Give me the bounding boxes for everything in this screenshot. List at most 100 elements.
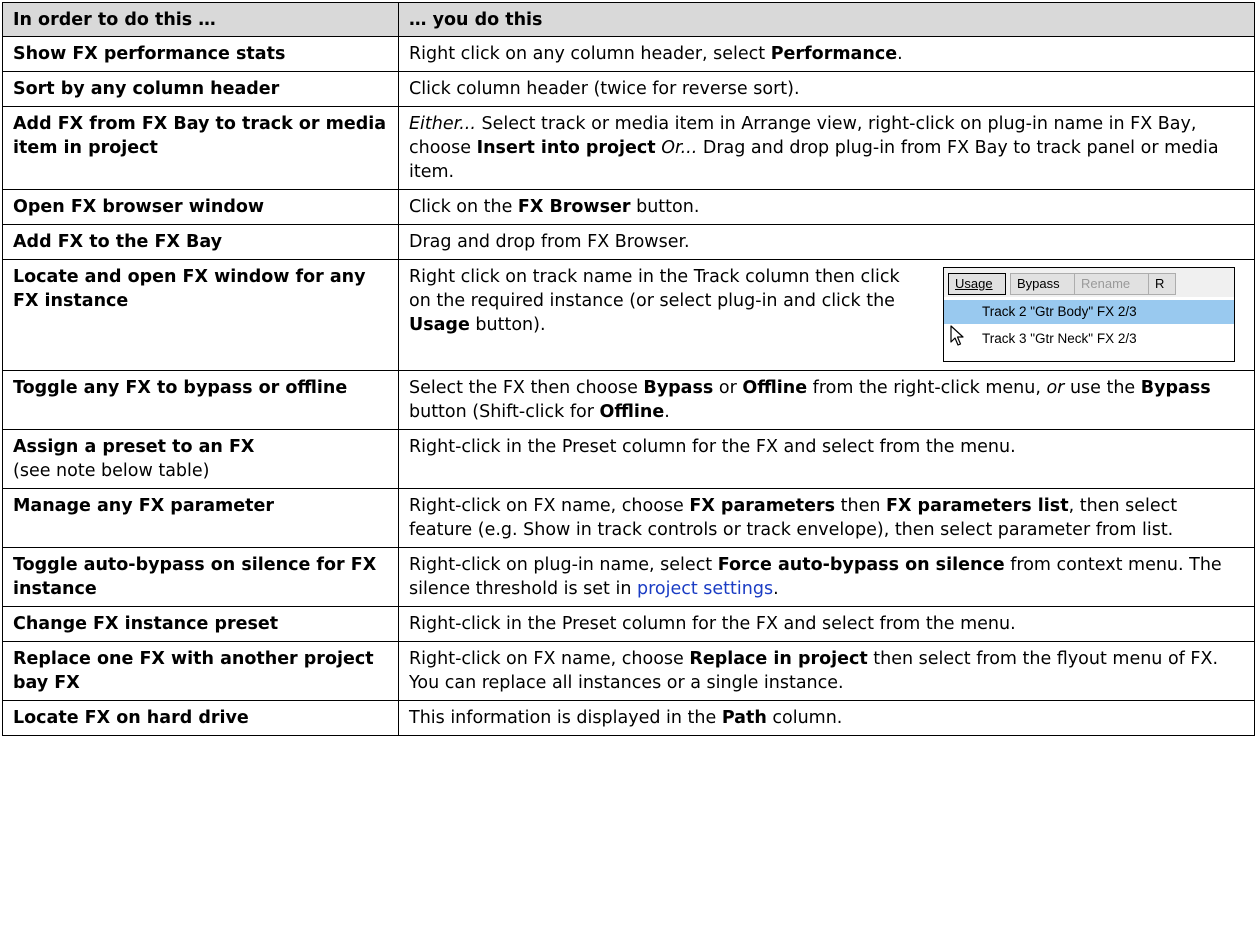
table-row: Sort by any column header Click column he… (2, 71, 1255, 107)
emphasis-bold: FX Browser (517, 197, 631, 217)
emphasis-italic: or (1046, 378, 1065, 398)
task-cell: Replace one FX with another project bay … (2, 641, 399, 701)
usage-button[interactable]: Usage (948, 273, 1006, 295)
text-segment: Right-click in the Preset column for the… (409, 614, 1016, 634)
emphasis-bold: Offline (599, 402, 665, 422)
action-cell: Right-click on plug-in name, select Forc… (398, 547, 1255, 607)
text-segment: or (713, 378, 743, 398)
text-segment: This information is displayed in the (409, 708, 722, 728)
action-cell: This information is displayed in the Pat… (398, 700, 1255, 736)
table-row: Replace one FX with another project bay … (2, 641, 1255, 701)
table-row: Toggle any FX to bypass or offline Select… (2, 370, 1255, 430)
task-text: Replace one FX with another project bay … (13, 649, 374, 693)
action-text: Drag and drop from FX Browser. (409, 230, 1244, 254)
action-cell: Click column header (twice for reverse s… (398, 71, 1255, 107)
task-text: Locate FX on hard drive (13, 708, 249, 728)
action-cell: Click on the FX Browser button. (398, 189, 1255, 225)
action-cell: Right-click on FX name, choose Replace i… (398, 641, 1255, 701)
task-text: Add FX to the FX Bay (13, 232, 223, 252)
more-button[interactable]: R (1148, 273, 1176, 295)
task-cell: Add FX from FX Bay to track or media ite… (2, 106, 399, 190)
task-text: Toggle auto-bypass on silence for FX ins… (13, 555, 377, 599)
task-cell: Toggle any FX to bypass or offline (2, 370, 399, 430)
emphasis-bold: Usage (409, 315, 470, 335)
text-segment: Right click on track name in the Track c… (409, 267, 900, 311)
text-segment: Click column header (twice for reverse s… (409, 79, 800, 99)
text-segment: button (Shift-click for (409, 402, 600, 422)
task-text: Add FX from FX Bay to track or media ite… (13, 114, 387, 158)
task-text: Manage any FX parameter (13, 496, 275, 516)
emphasis-bold: FX parameters list (886, 496, 1069, 516)
task-cell: Locate FX on hard drive (2, 700, 399, 736)
text-segment: Click on the (409, 197, 518, 217)
action-text: Either... Select track or media item in … (409, 112, 1244, 184)
action-cell: Either... Select track or media item in … (398, 106, 1255, 190)
text-segment: Right-click in the Preset column for the… (409, 437, 1016, 457)
usage-screenshot-inset: Usage Bypass Rename R Track 2 "Gtr Body" FX … (943, 267, 1235, 362)
task-cell: Change FX instance preset (2, 606, 399, 642)
task-text: Show FX performance stats (13, 44, 286, 64)
usage-instance-item[interactable]: Track 2 "Gtr Body" FX 2/3 (944, 300, 1234, 324)
text-segment: Select the FX then choose (409, 378, 644, 398)
action-text: Right-click on FX name, choose Replace i… (409, 647, 1244, 695)
table-row: Show FX performance stats Right click on … (2, 36, 1255, 72)
table-body: Show FX performance stats Right click on … (2, 36, 1255, 736)
text-segment: from the right-click menu, (807, 378, 1047, 398)
bypass-button[interactable]: Bypass (1010, 273, 1080, 295)
task-text: Sort by any column header (13, 79, 280, 99)
table-row: Locate and open FX window for any FX ins… (2, 259, 1255, 371)
fx-bay-reference-table: In order to do this … … you do this Show… (2, 2, 1255, 736)
usage-instance-label: Track 2 "Gtr Body" FX 2/3 (982, 304, 1137, 319)
header-task: In order to do this … (2, 2, 399, 37)
table-row: Manage any FX parameter Right-click on FX… (2, 488, 1255, 548)
action-text: Right click on track name in the Track c… (409, 265, 909, 337)
action-cell: Right-click in the Preset column for the… (398, 429, 1255, 489)
action-text: Select the FX then choose Bypass or Offl… (409, 376, 1244, 424)
table-row: Add FX from FX Bay to track or media ite… (2, 106, 1255, 190)
text-segment: Right-click on FX name, choose (409, 496, 690, 516)
text-segment: Drag and drop from FX Browser. (409, 232, 690, 252)
task-cell: Manage any FX parameter (2, 488, 399, 548)
project-settings-link[interactable]: project settings (637, 579, 773, 599)
text-segment: Right-click on FX name, choose (409, 649, 690, 669)
action-cell: Right click on track name in the Track c… (398, 259, 1255, 371)
text-segment: button. (630, 197, 700, 217)
task-note: (see note below table) (13, 461, 210, 481)
emphasis-bold: Insert into project (476, 138, 656, 158)
table-row: Open FX browser window Click on the FX Br… (2, 189, 1255, 225)
emphasis-bold: Bypass (643, 378, 714, 398)
table-row: Change FX instance preset Right-click in … (2, 606, 1255, 642)
action-cell: Right-click on FX name, choose FX parame… (398, 488, 1255, 548)
action-cell: Right click on any column header, select… (398, 36, 1255, 72)
task-cell: Open FX browser window (2, 189, 399, 225)
usage-instance-label: Track 3 "Gtr Neck" FX 2/3 (982, 331, 1137, 346)
header-action: … you do this (398, 2, 1255, 37)
action-text: Right click on any column header, select… (409, 42, 1244, 66)
usage-instance-item[interactable]: Track 3 "Gtr Neck" FX 2/3 (944, 327, 1234, 351)
table-row: Locate FX on hard drive This information … (2, 700, 1255, 736)
task-cell: Add FX to the FX Bay (2, 224, 399, 260)
action-text: This information is displayed in the Pat… (409, 706, 1244, 730)
action-text: Click on the FX Browser button. (409, 195, 1244, 219)
emphasis-bold: Offline (742, 378, 808, 398)
rename-button[interactable]: Rename (1074, 273, 1152, 295)
text-segment: . (664, 402, 670, 422)
emphasis-bold: Bypass (1140, 378, 1211, 398)
task-text: Assign a preset to an FX (13, 437, 255, 457)
action-text: Right-click on plug-in name, select Forc… (409, 553, 1244, 601)
table-row: Toggle auto-bypass on silence for FX ins… (2, 547, 1255, 607)
usage-row-content: Right click on track name in the Track c… (409, 265, 1244, 365)
task-cell: Locate and open FX window for any FX ins… (2, 259, 399, 371)
table-row: Add FX to the FX Bay Drag and drop from F… (2, 224, 1255, 260)
text-segment: then (835, 496, 887, 516)
text-segment: . (773, 579, 779, 599)
text-segment: Right-click on plug-in name, select (409, 555, 718, 575)
emphasis-bold: Replace in project (689, 649, 868, 669)
table-header-row: In order to do this … … you do this (2, 2, 1255, 37)
text-segment: use the (1064, 378, 1141, 398)
action-cell: Select the FX then choose Bypass or Offl… (398, 370, 1255, 430)
text-segment: Right click on any column header, select (409, 44, 771, 64)
text-segment: button). (469, 315, 546, 335)
task-text: Open FX browser window (13, 197, 265, 217)
text-segment: column. (766, 708, 843, 728)
